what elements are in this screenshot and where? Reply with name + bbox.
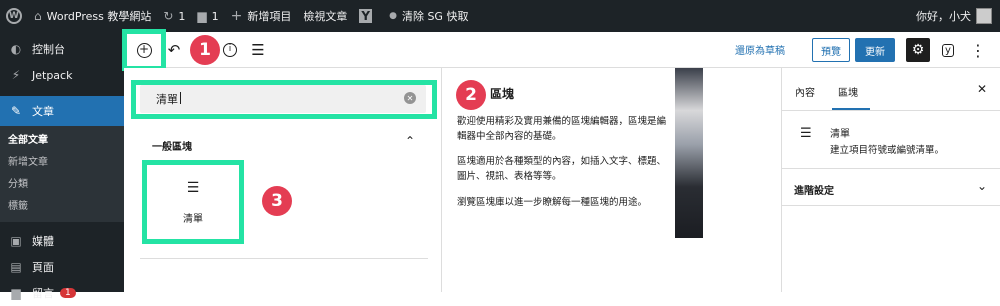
switch-to-draft-button[interactable]: 還原為草稿: [735, 42, 785, 57]
tab-block[interactable]: 區塊: [838, 84, 858, 99]
site-name-link[interactable]: ⌂ WordPress 教學網站: [28, 0, 157, 32]
highlight-frame-add-block: [122, 29, 166, 71]
plus-icon: +: [230, 8, 243, 24]
account-menu[interactable]: 你好，小犬: [916, 8, 1000, 24]
settings-sidebar: [781, 68, 1000, 292]
close-icon[interactable]: ✕: [977, 82, 987, 96]
chevron-down-icon[interactable]: ⌄: [977, 179, 987, 193]
avatar: [976, 8, 992, 24]
preview-paragraph-2: 區塊適用於各種類型的內容，如插入文字、標題、圖片、視訊、表格等等。: [457, 156, 667, 182]
new-item-link[interactable]: + 新增項目: [225, 0, 298, 32]
jetpack-icon: ⚡: [11, 68, 21, 82]
preview-title: 區塊: [490, 87, 515, 101]
list-icon: ☰: [800, 126, 812, 141]
submenu-new-post[interactable]: 新增文章: [0, 152, 124, 174]
submenu-all-posts[interactable]: 全部文章: [0, 130, 124, 152]
refresh-icon: ↻: [163, 9, 174, 23]
highlight-frame-search: [131, 80, 437, 119]
advanced-panel-toggle[interactable]: 進階設定: [794, 182, 834, 197]
yoast-link[interactable]: Y: [353, 0, 383, 32]
annotation-badge-1: 1: [190, 35, 220, 65]
admin-bar: W ⌂ WordPress 教學網站 ↻ 1 ▆ 1 + 新增項目 檢視文章 Y…: [0, 0, 1000, 32]
posts-submenu: 全部文章 新增文章 分類 標籤: [0, 126, 124, 222]
preview-button[interactable]: 預覽: [812, 38, 850, 62]
sidebar-item-comments[interactable]: ▆ 留言 1: [0, 280, 124, 306]
highlight-frame-list-block: [142, 160, 244, 244]
submenu-categories[interactable]: 分類: [0, 174, 124, 196]
sidebar-item-pages[interactable]: ▤ 頁面: [0, 254, 124, 280]
preview-paragraph-1: 歡迎使用精彩及實用兼備的區塊編輯器，區塊是編輯器中全部內容的基礎。: [457, 116, 667, 142]
comment-icon: ▆: [11, 286, 21, 300]
sidebar-item-dashboard[interactable]: ◐ 控制台: [0, 36, 124, 62]
dashboard-icon: ◐: [10, 42, 22, 56]
tab-document[interactable]: 內容: [795, 84, 815, 99]
update-button[interactable]: 更新: [855, 38, 895, 62]
sidebar-item-posts[interactable]: ✎ 文章: [0, 96, 124, 126]
view-post-link[interactable]: 檢視文章: [297, 0, 353, 32]
undo-button[interactable]: ↶: [162, 38, 186, 62]
list-view-button[interactable]: ☰: [246, 38, 270, 62]
block-card-description: 建立項目符號或編號清單。: [830, 145, 945, 156]
divider: [782, 168, 1000, 169]
undo-icon: ↶: [167, 41, 181, 59]
more-options-button[interactable]: ⋮: [968, 39, 988, 61]
more-vertical-icon: ⋮: [970, 40, 986, 60]
purge-cache-link[interactable]: ● 清除 SG 快取: [383, 0, 474, 32]
annotation-badge-3: 3: [262, 186, 292, 216]
yoast-seo-button[interactable]: y: [938, 39, 958, 61]
wordpress-logo-icon[interactable]: W: [0, 0, 28, 32]
editor-canvas: [675, 238, 781, 292]
divider: [782, 110, 1000, 111]
divider: [782, 205, 1000, 206]
home-icon: ⌂: [34, 9, 42, 23]
submenu-tags[interactable]: 標籤: [0, 196, 124, 218]
admin-sidebar: ◐ 控制台 ⚡ Jetpack ✎ 文章 全部文章 新增文章 分類 標籤 ▣ 媒…: [0, 32, 124, 300]
pin-icon: ✎: [10, 104, 22, 118]
gear-icon: ⚙: [911, 42, 925, 58]
annotation-badge-2: 2: [456, 80, 486, 110]
settings-button[interactable]: ⚙: [906, 38, 930, 62]
comments-count-badge: 1: [60, 288, 76, 298]
details-button[interactable]: i: [218, 38, 242, 62]
sidebar-item-media[interactable]: ▣ 媒體: [0, 228, 124, 254]
list-view-icon: ☰: [251, 41, 265, 59]
category-title: 一般區塊: [152, 142, 192, 153]
page-icon: ▤: [10, 260, 22, 274]
block-card-title: 清單: [830, 129, 850, 140]
sidebar-item-jetpack[interactable]: ⚡ Jetpack: [0, 62, 124, 88]
yoast-icon: Y: [359, 9, 373, 23]
divider: [140, 258, 428, 259]
chevron-up-icon[interactable]: ⌃: [405, 134, 415, 148]
media-icon: ▣: [10, 234, 22, 248]
comments-link[interactable]: ▆ 1: [191, 0, 224, 32]
status-dot-icon: ●: [389, 11, 397, 21]
info-icon: i: [223, 43, 237, 57]
comment-icon: ▆: [197, 9, 207, 23]
post-image-partial: [675, 68, 703, 238]
preview-paragraph-3: 瀏覽區塊庫以進一步瞭解每一種區塊的用途。: [457, 197, 648, 208]
yoast-icon: y: [942, 43, 954, 57]
updates-link[interactable]: ↻ 1: [157, 0, 191, 32]
